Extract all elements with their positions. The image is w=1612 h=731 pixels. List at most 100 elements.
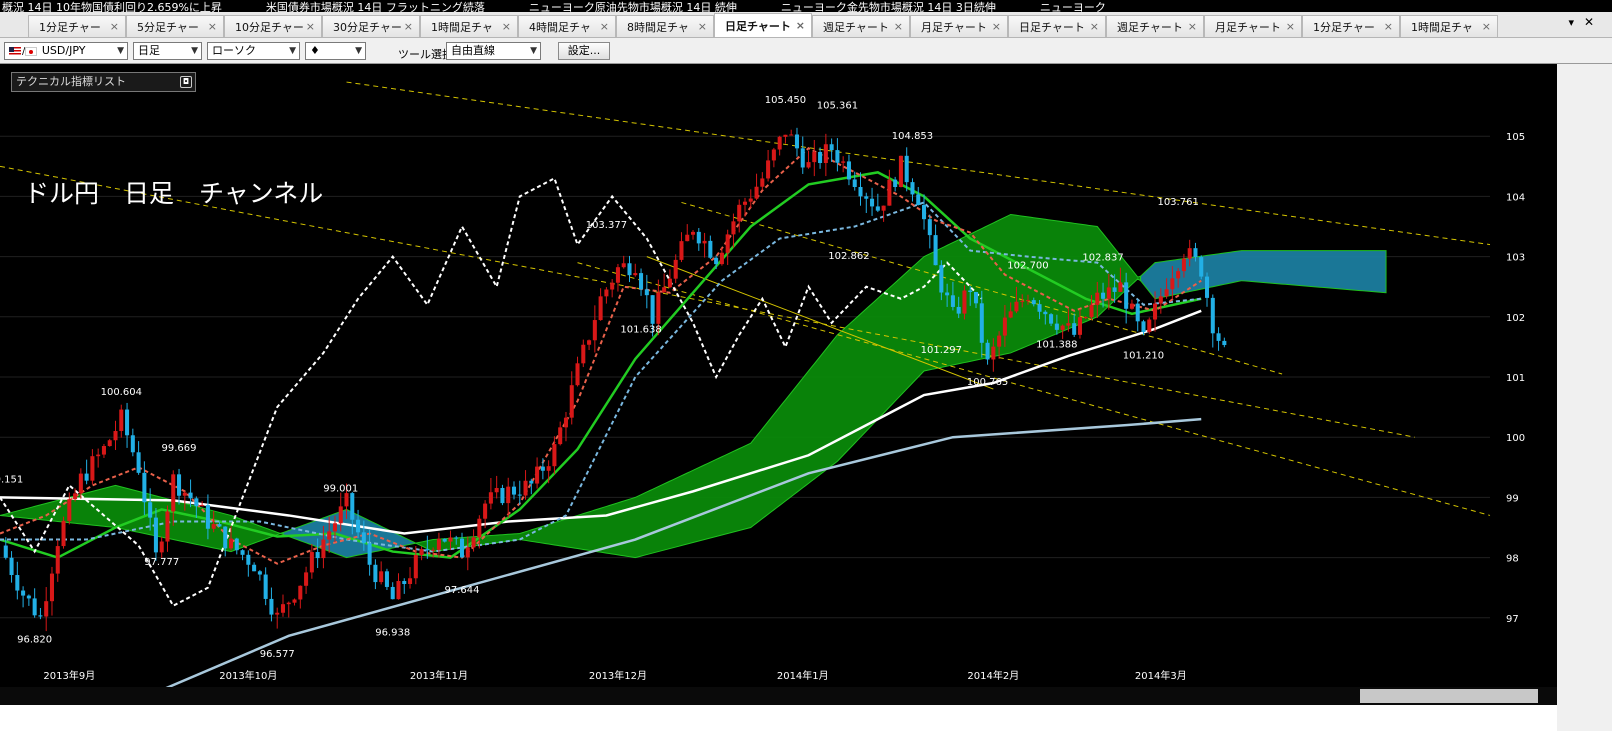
tab-chart-5[interactable]: 4時間足チャ × bbox=[518, 15, 616, 37]
candle-down bbox=[968, 290, 973, 292]
candle-up bbox=[465, 547, 470, 558]
candle-up bbox=[1181, 258, 1186, 272]
tab-chart-8[interactable]: 週足チャート × bbox=[812, 15, 910, 37]
tab-close-icon[interactable]: × bbox=[1090, 20, 1099, 33]
draw-tool-select[interactable]: 自由直線 ▼ bbox=[446, 42, 541, 60]
candle-down bbox=[350, 493, 355, 520]
x-tick-label: 2013年10月 bbox=[219, 669, 277, 682]
candle-up bbox=[991, 346, 996, 360]
candle-up bbox=[280, 604, 286, 613]
news-ticker-text: 概況 14日 10年物国債利回り2.659%に上昇 米国債券市場概況 14日 フ… bbox=[2, 1, 1106, 13]
tab-close-icon[interactable]: × bbox=[208, 20, 217, 33]
currency-pair-select[interactable]: / USD/JPY ▼ bbox=[4, 42, 128, 60]
chart-type-select[interactable]: ローソク ▼ bbox=[207, 42, 300, 60]
tab-close-icon[interactable]: × bbox=[404, 20, 413, 33]
tab-close-icon[interactable]: × bbox=[1188, 20, 1197, 33]
candle-down bbox=[1204, 276, 1210, 298]
candle-up bbox=[1089, 304, 1094, 318]
candle-up bbox=[760, 178, 765, 187]
tab-chart-7[interactable]: 日足チャート × bbox=[714, 13, 812, 37]
tab-chart-3[interactable]: 30分足チャー × bbox=[322, 15, 420, 37]
candle-up bbox=[898, 155, 903, 188]
candle-down bbox=[846, 161, 851, 180]
candle-up bbox=[182, 492, 187, 496]
price-chart[interactable]: 99.151 96.820 100.604 99.669 97.777 96.577 99.… bbox=[0, 64, 1557, 687]
tab-label: 1分足チャー bbox=[1313, 20, 1375, 34]
restore-icon[interactable]: ◘ bbox=[180, 76, 192, 88]
candle-up bbox=[477, 518, 482, 538]
scrollbar-thumb[interactable] bbox=[1360, 689, 1538, 703]
tab-close-icon[interactable]: × bbox=[992, 20, 1001, 33]
candle-down bbox=[361, 532, 366, 544]
candle-down bbox=[910, 182, 915, 195]
candle-down bbox=[1199, 257, 1204, 277]
tab-chart-6[interactable]: 8時間足チャ × bbox=[616, 15, 714, 37]
japan-flag-icon bbox=[25, 46, 38, 56]
tab-chart-0[interactable]: 1分足チャー × bbox=[28, 15, 126, 37]
line-style-select[interactable]: ♦ ▼ bbox=[305, 42, 366, 60]
chart-area[interactable]: 99.151 96.820 100.604 99.669 97.777 96.577 99.… bbox=[0, 64, 1557, 687]
candle-up bbox=[719, 252, 724, 265]
candle-down bbox=[979, 303, 984, 343]
candle-up bbox=[1176, 271, 1181, 279]
tab-label: 日足チャート bbox=[725, 19, 791, 33]
period-select[interactable]: 日足 ▼ bbox=[133, 42, 202, 60]
tab-list-dropdown-icon[interactable]: ▾ bbox=[1568, 16, 1574, 29]
tab-chart-2[interactable]: 10分足チャー × bbox=[224, 15, 322, 37]
tab-close-icon[interactable]: × bbox=[600, 20, 609, 33]
candle-down bbox=[356, 519, 361, 533]
tab-chart-13[interactable]: 1分足チャー × bbox=[1302, 15, 1400, 37]
tab-chart-9[interactable]: 月足チャート × bbox=[910, 15, 1008, 37]
tab-label: 1分足チャー bbox=[39, 20, 101, 34]
tab-chart-10[interactable]: 日足チャート × bbox=[1008, 15, 1106, 37]
x-tick-label: 2014年2月 bbox=[967, 669, 1019, 682]
candle-down bbox=[15, 575, 20, 591]
candle-down bbox=[939, 265, 944, 293]
candle-down bbox=[384, 571, 389, 587]
candle-up bbox=[725, 234, 730, 253]
candle-down bbox=[511, 486, 517, 495]
candle-down bbox=[234, 538, 239, 551]
tab-label: 5分足チャー bbox=[137, 20, 199, 34]
candle-up bbox=[1008, 311, 1013, 318]
tab-close-icon[interactable]: × bbox=[1286, 20, 1295, 33]
tab-close-icon[interactable]: × bbox=[1384, 20, 1393, 33]
candle-up bbox=[159, 541, 164, 553]
candle-up bbox=[338, 506, 343, 524]
candle-up bbox=[471, 537, 476, 548]
news-ticker[interactable]: 概況 14日 10年物国債利回り2.659%に上昇 米国債券市場概況 14日 フ… bbox=[0, 0, 1612, 12]
candle-down bbox=[263, 574, 268, 599]
candle-down bbox=[639, 273, 644, 290]
tab-close-icon[interactable]: × bbox=[306, 20, 315, 33]
candle-up bbox=[598, 296, 603, 321]
candle-down bbox=[402, 581, 407, 585]
candle-down bbox=[818, 151, 823, 164]
candle-down bbox=[373, 564, 378, 583]
close-icon[interactable]: ✕ bbox=[1584, 15, 1594, 29]
tab-close-icon[interactable]: × bbox=[1482, 20, 1491, 33]
horizontal-scrollbar[interactable] bbox=[0, 687, 1557, 705]
tab-close-icon[interactable]: × bbox=[698, 20, 707, 33]
technical-indicator-list[interactable]: テクニカル指標リスト ◘ bbox=[11, 72, 196, 92]
currency-pair-value: USD/JPY bbox=[41, 44, 86, 57]
candle-up bbox=[604, 289, 609, 297]
candle-down bbox=[627, 263, 632, 276]
tab-chart-14[interactable]: 1時間足チャ × bbox=[1400, 15, 1498, 37]
candle-up bbox=[1095, 292, 1100, 305]
tab-close-icon[interactable]: × bbox=[894, 20, 903, 33]
tab-chart-4[interactable]: 1時間足チャ × bbox=[420, 15, 518, 37]
candle-up bbox=[523, 480, 528, 496]
candle-down bbox=[142, 472, 147, 503]
candle-down bbox=[9, 557, 14, 576]
tab-chart-11[interactable]: 週足チャート × bbox=[1106, 15, 1204, 37]
candle-up bbox=[419, 549, 424, 556]
candle-up bbox=[1153, 303, 1158, 320]
tab-close-icon[interactable]: × bbox=[502, 20, 511, 33]
candle-down bbox=[829, 144, 834, 151]
tab-close-icon[interactable]: × bbox=[110, 20, 119, 33]
tab-chart-1[interactable]: 5分足チャー × bbox=[126, 15, 224, 37]
tab-close-icon[interactable]: × bbox=[796, 19, 805, 32]
tab-chart-12[interactable]: 月足チャート × bbox=[1204, 15, 1302, 37]
price-label: 96.577 bbox=[260, 649, 295, 660]
settings-button[interactable]: 設定... bbox=[558, 42, 610, 60]
